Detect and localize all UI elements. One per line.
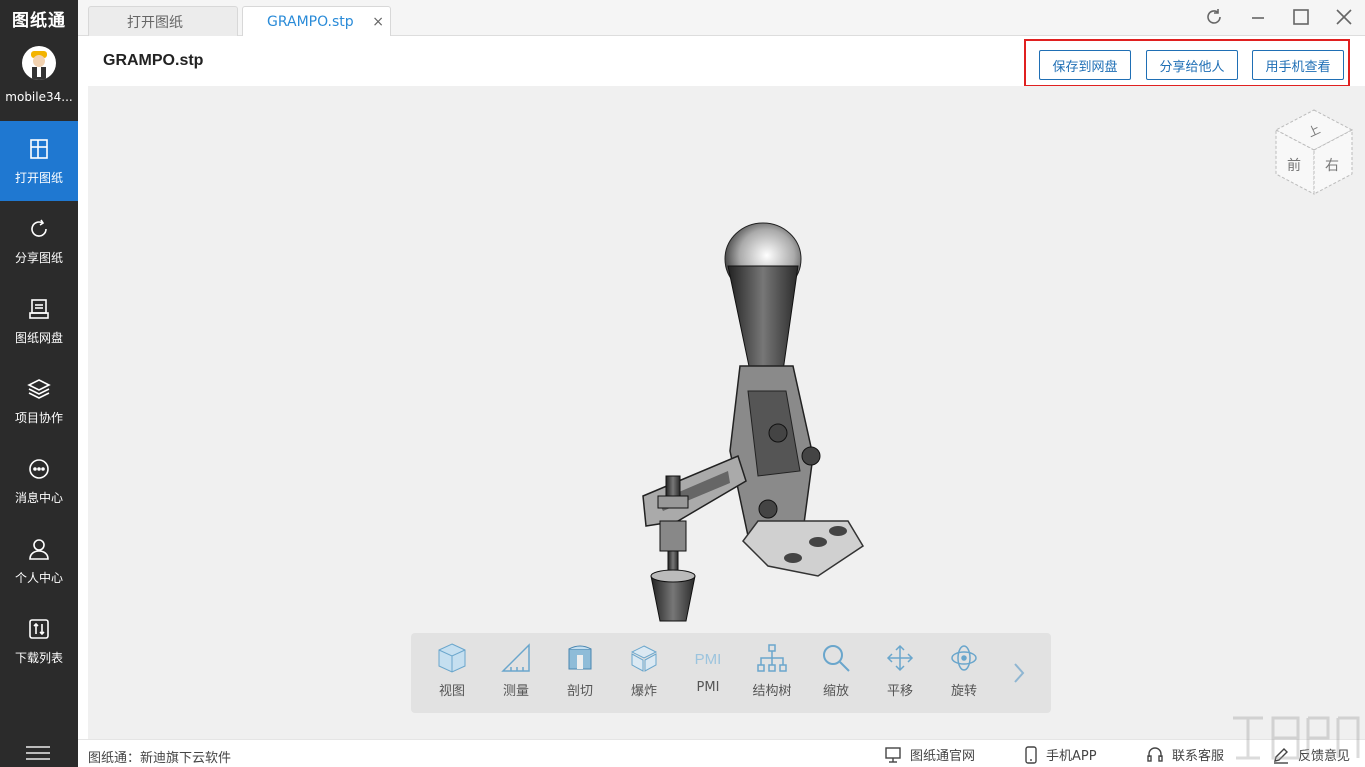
page-title: GRAMPO.stp <box>103 52 204 69</box>
view-cube-icon <box>435 641 469 675</box>
pan-tool-button[interactable]: 平移 <box>875 641 925 705</box>
status-text: 图纸通：新迪旗下云软件 <box>88 751 232 766</box>
tab-grampo[interactable]: GRAMPO.stp × <box>242 6 391 37</box>
tool-label: 旋转 <box>950 684 977 699</box>
close-icon[interactable]: × <box>372 14 384 30</box>
zoom-tool-button[interactable]: 缩放 <box>811 641 861 705</box>
pmi-icon: PMI <box>691 641 725 675</box>
cloud-disk-icon <box>27 297 51 321</box>
mobile-app-label: 手机APP <box>1046 749 1097 764</box>
sidebar-item-label: 个人中心 <box>14 570 63 585</box>
share-drawing-icon <box>27 217 51 241</box>
explode-tool-button[interactable]: 爆炸 <box>619 641 669 705</box>
section-tool-button[interactable]: 剖切 <box>555 641 605 705</box>
minimize-icon[interactable] <box>1244 4 1272 30</box>
pmi-tool-button[interactable]: PMI PMI <box>683 641 733 705</box>
website-label: 图纸通官网 <box>910 749 976 764</box>
pan-icon <box>883 641 917 675</box>
tab-label: 打开图纸 <box>127 14 183 31</box>
sidebar-item-downloads[interactable]: 下载列表 <box>0 601 78 681</box>
document-header: GRAMPO.stp 保存到网盘 分享给他人 用手机查看 <box>78 36 1365 87</box>
view-cube-right-label: 右 <box>1325 158 1339 174</box>
app-logo: 图纸通 <box>12 10 66 31</box>
menu-icon[interactable] <box>26 744 50 762</box>
structure-tree-icon <box>755 641 789 675</box>
sidebar-item-open-drawing[interactable]: 打开图纸 <box>0 121 78 201</box>
status-bar: 图纸通：新迪旗下云软件 图纸通官网 手机APP 联系客服 反馈意见 <box>78 739 1365 767</box>
explode-icon <box>627 641 661 675</box>
view-on-mobile-button[interactable]: 用手机查看 <box>1252 50 1344 80</box>
avatar[interactable] <box>22 46 56 80</box>
refresh-icon[interactable] <box>1200 4 1228 30</box>
tab-open-drawing[interactable]: 打开图纸 <box>88 6 238 36</box>
sidebar-item-label: 下载列表 <box>14 650 63 665</box>
tool-label: 剖切 <box>566 684 593 699</box>
share-button[interactable]: 分享给他人 <box>1146 50 1238 80</box>
toggle-clamp-model <box>642 222 865 622</box>
view-cube[interactable]: 上 前 右 <box>1272 106 1356 198</box>
watermark-logo <box>1233 716 1360 760</box>
sidebar: 图纸通 mobile34... 打开图纸 分享图纸 图纸网盘 项目协作 消息中心… <box>0 0 78 767</box>
open-drawing-icon <box>27 137 51 161</box>
sidebar-item-label: 分享图纸 <box>14 250 63 265</box>
close-window-icon[interactable] <box>1330 4 1358 30</box>
phone-icon <box>1025 745 1037 764</box>
section-cut-icon <box>563 641 597 675</box>
model-viewer[interactable]: 上 前 右 视图 测量 剖切 爆炸 PMI PMI 结构树 缩放 平移 旋转 <box>88 86 1365 739</box>
sidebar-item-messages[interactable]: 消息中心 <box>0 441 78 521</box>
website-link[interactable]: 图纸通官网 <box>884 745 975 764</box>
sidebar-item-project[interactable]: 项目协作 <box>0 361 78 441</box>
sidebar-item-label: 消息中心 <box>14 490 63 505</box>
user-icon <box>27 537 51 561</box>
measure-tool-button[interactable]: 测量 <box>491 641 541 705</box>
layers-icon <box>27 377 51 401</box>
username: mobile34... <box>5 90 73 104</box>
ruler-icon <box>499 641 533 675</box>
tool-label: 平移 <box>886 684 913 699</box>
mobile-app-link[interactable]: 手机APP <box>1024 745 1097 764</box>
tool-label: PMI <box>696 680 720 695</box>
svg-text:PMI: PMI <box>695 651 722 668</box>
sidebar-item-cloud-disk[interactable]: 图纸网盘 <box>0 281 78 361</box>
maximize-icon[interactable] <box>1287 4 1315 30</box>
download-list-icon <box>27 617 51 641</box>
zoom-icon <box>819 641 853 675</box>
view-cube-front-label: 前 <box>1287 157 1301 174</box>
chevron-right-icon[interactable] <box>1009 658 1029 688</box>
save-to-cloud-button[interactable]: 保存到网盘 <box>1039 50 1131 80</box>
sidebar-item-profile[interactable]: 个人中心 <box>0 521 78 601</box>
view-tool-button[interactable]: 视图 <box>427 641 477 705</box>
sidebar-item-label: 图纸网盘 <box>14 330 63 345</box>
monitor-icon <box>885 746 901 763</box>
tool-label: 视图 <box>438 684 465 699</box>
sidebar-item-label: 项目协作 <box>14 410 63 425</box>
viewer-toolbar: 视图 测量 剖切 爆炸 PMI PMI 结构树 缩放 平移 旋转 <box>411 633 1051 713</box>
tool-label: 缩放 <box>822 684 849 699</box>
structure-tree-tool-button[interactable]: 结构树 <box>747 641 797 705</box>
headset-icon <box>1147 746 1163 762</box>
support-label: 联系客服 <box>1172 749 1225 764</box>
sidebar-item-share-drawing[interactable]: 分享图纸 <box>0 201 78 281</box>
tab-bar: 打开图纸 GRAMPO.stp × <box>78 0 1365 37</box>
rotate-icon <box>947 641 981 675</box>
support-link[interactable]: 联系客服 <box>1146 745 1224 764</box>
rotate-tool-button[interactable]: 旋转 <box>939 641 989 705</box>
message-icon <box>27 457 51 481</box>
tool-label: 爆炸 <box>630 684 657 699</box>
tool-label: 测量 <box>502 684 529 699</box>
action-highlight-box: 保存到网盘 分享给他人 用手机查看 <box>1024 39 1350 87</box>
tool-label: 结构树 <box>752 684 792 699</box>
sidebar-item-label: 打开图纸 <box>14 170 63 185</box>
tab-label: GRAMPO.stp <box>267 14 354 30</box>
